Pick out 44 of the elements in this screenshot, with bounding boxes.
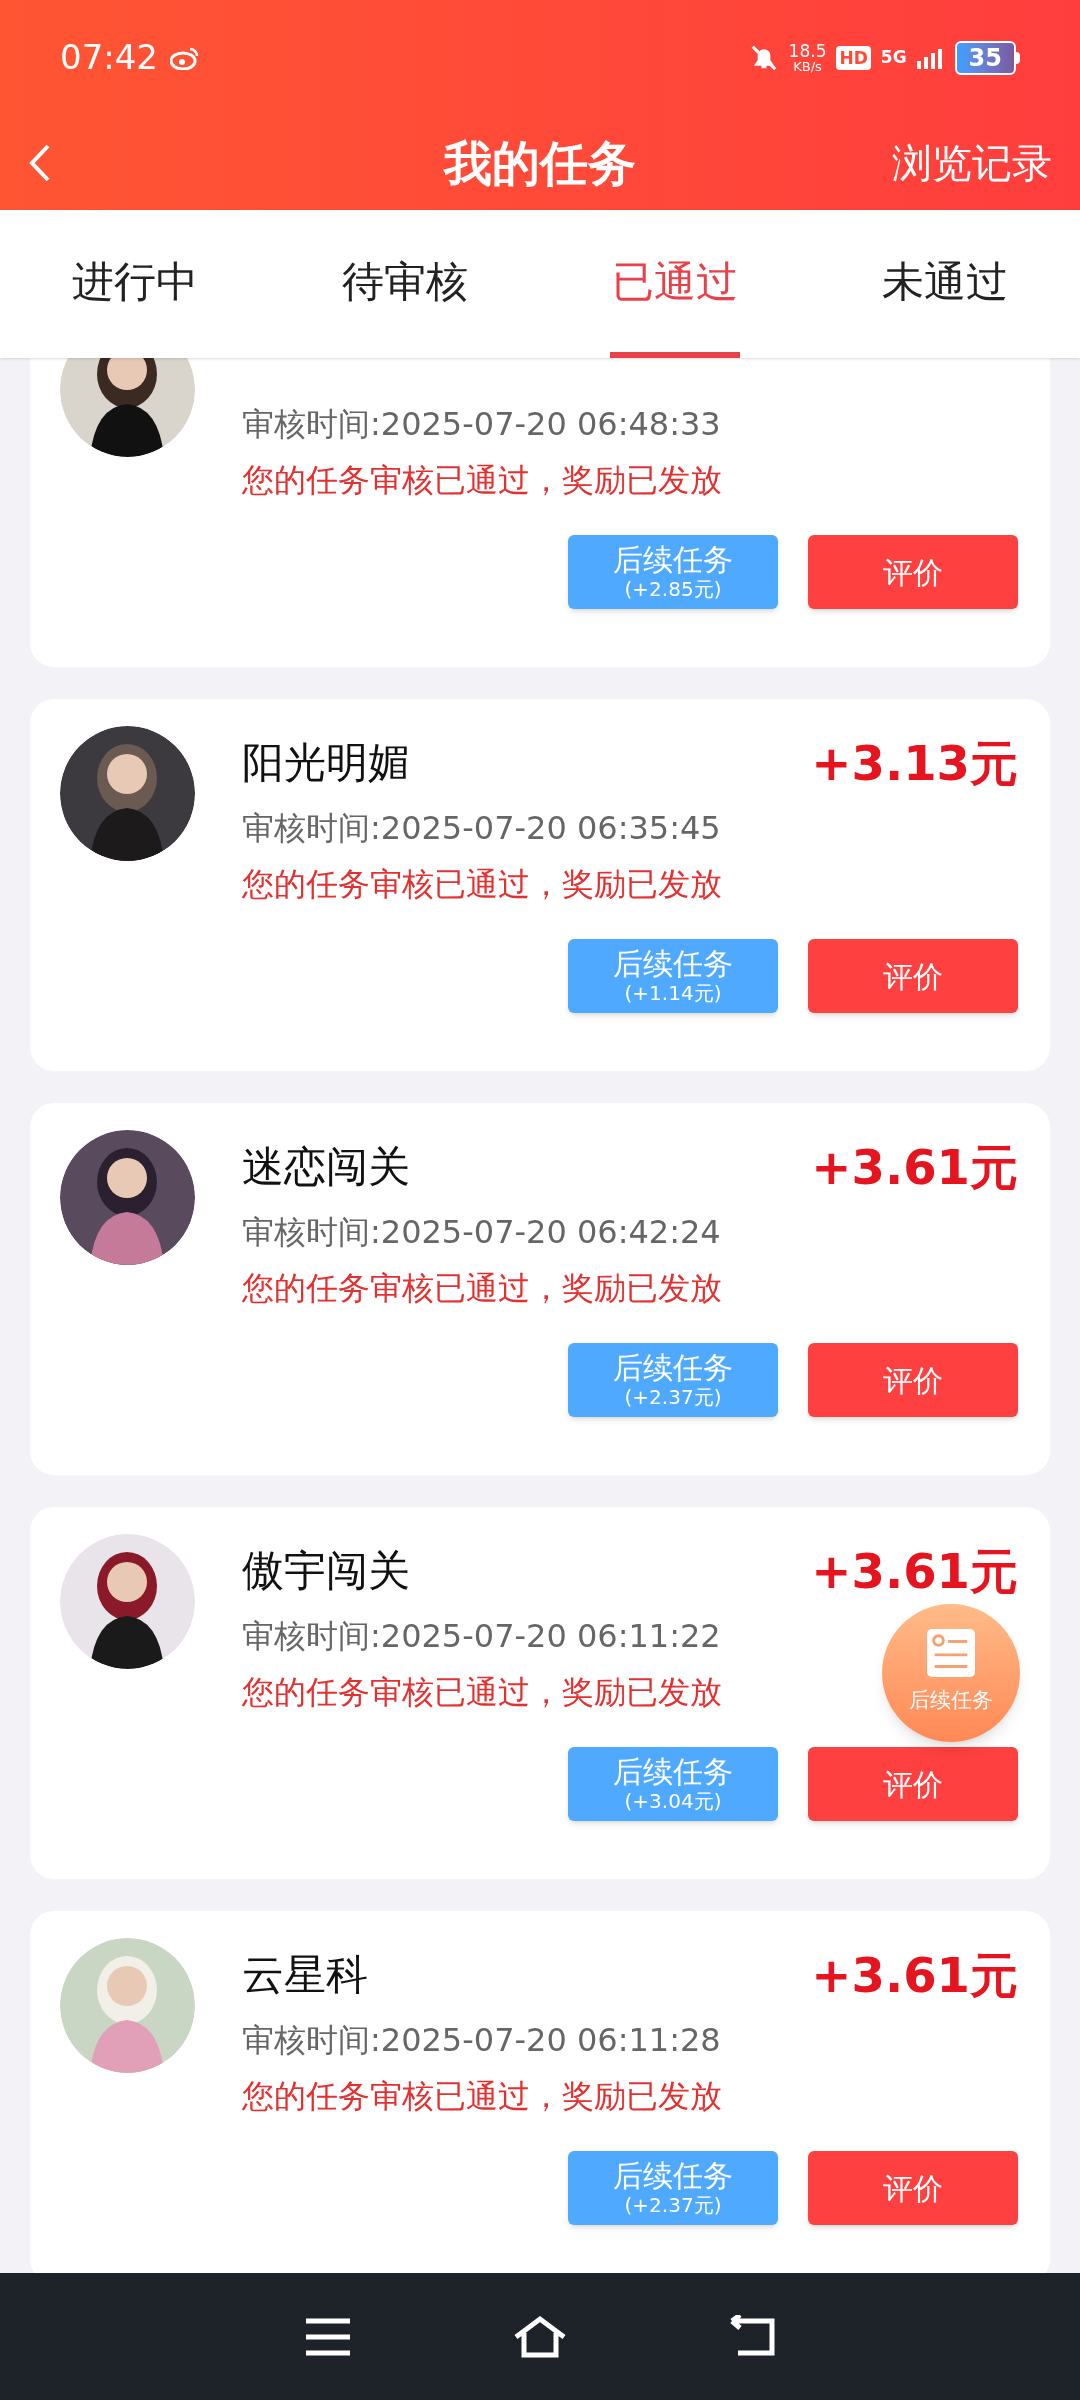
tab[interactable]: 进行中 xyxy=(70,210,200,358)
review-time: 审核时间:2025-07-20 06:11:28 xyxy=(242,2020,721,2061)
status-message: 您的任务审核已通过，奖励已发放 xyxy=(242,1268,722,1309)
user-name: 阳光明媚 xyxy=(242,742,410,784)
rate-button[interactable]: 评价 xyxy=(808,2151,1018,2225)
reward-amount: +3.61元 xyxy=(811,1143,1018,1191)
user-name: 云星科 xyxy=(242,1954,368,1996)
reward-amount: +3.61元 xyxy=(811,1951,1018,1999)
status-message: 您的任务审核已通过，奖励已发放 xyxy=(242,460,722,501)
browse-history-link[interactable]: 浏览记录 xyxy=(892,132,1052,193)
page-title: 我的任务 xyxy=(444,133,636,193)
reward-amount: +3.61元 xyxy=(811,1547,1018,1595)
follow-up-task-button[interactable]: 后续任务 (+2.37元) xyxy=(568,2151,778,2225)
document-icon xyxy=(927,1629,975,1678)
network-type: 5G xyxy=(880,49,907,66)
tab[interactable]: 未通过 xyxy=(880,210,1010,358)
follow-up-task-button[interactable]: 后续任务 (+2.37元) xyxy=(568,1343,778,1417)
status-message: 您的任务审核已通过，奖励已发放 xyxy=(242,864,722,905)
reward-amount: +3.13元 xyxy=(811,739,1018,787)
back-navigation-icon[interactable] xyxy=(728,2314,776,2359)
rate-button[interactable]: 评价 xyxy=(808,535,1018,609)
review-time: 审核时间:2025-07-20 06:11:22 xyxy=(242,1616,721,1657)
tab[interactable]: 待审核 xyxy=(340,210,470,358)
user-name: 迷恋闯关 xyxy=(242,1146,410,1188)
net-speed: 18.5 xyxy=(788,42,827,60)
follow-up-task-button[interactable]: 后续任务 (+1.14元) xyxy=(568,939,778,1013)
status-message: 您的任务审核已通过，奖励已发放 xyxy=(242,2076,722,2117)
review-time: 审核时间:2025-07-20 06:42:24 xyxy=(242,1212,721,1253)
status-time: 07:42 xyxy=(60,36,158,79)
rate-button[interactable]: 评价 xyxy=(808,1747,1018,1821)
follow-up-task-button[interactable]: 后续任务 (+3.04元) xyxy=(568,1747,778,1821)
battery-indicator: 35 xyxy=(954,40,1020,75)
review-time: 审核时间:2025-07-20 06:48:33 xyxy=(242,404,721,445)
hd-badge: HD xyxy=(836,45,871,70)
follow-up-task-button[interactable]: 后续任务 (+2.85元) xyxy=(568,535,778,609)
review-time: 审核时间:2025-07-20 06:35:45 xyxy=(242,808,721,849)
home-icon[interactable] xyxy=(512,2314,568,2359)
status-message: 您的任务审核已通过，奖励已发放 xyxy=(242,1672,722,1713)
user-name: 傲宇闯关 xyxy=(242,1550,410,1592)
rate-button[interactable]: 评价 xyxy=(808,1343,1018,1417)
rate-button[interactable]: 评价 xyxy=(808,939,1018,1013)
menu-icon[interactable] xyxy=(304,2316,352,2357)
net-unit: KB/s xyxy=(793,59,822,73)
signal-icon xyxy=(916,46,945,69)
